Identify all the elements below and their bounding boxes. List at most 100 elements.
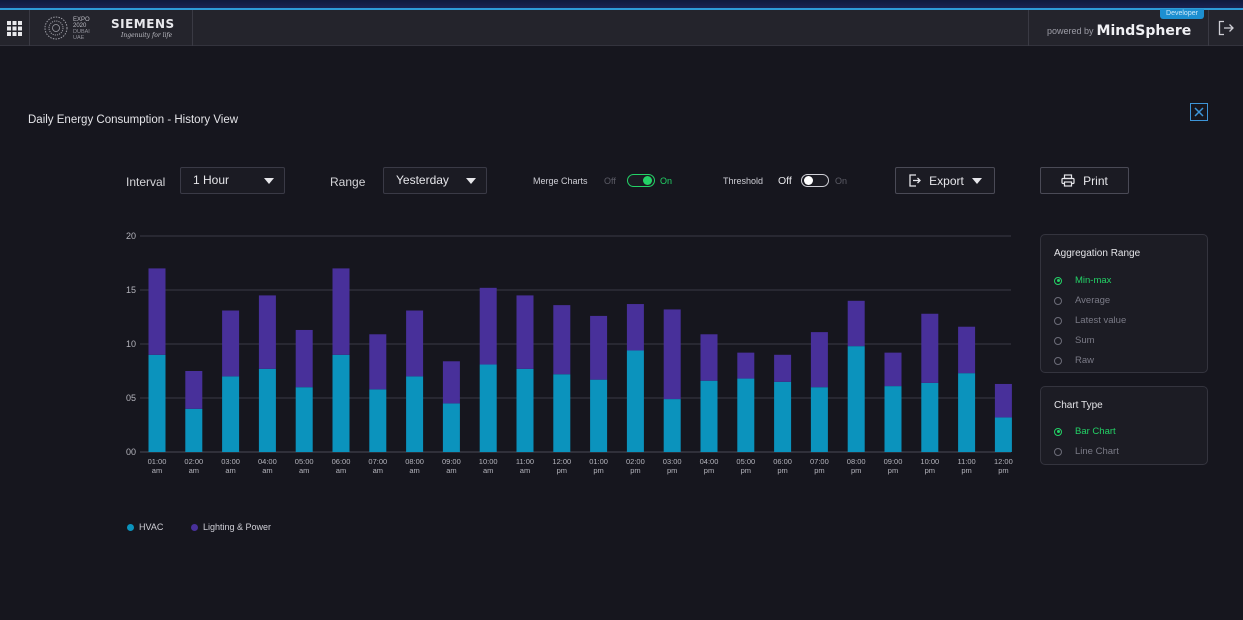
- x-tick-label-period: pm: [741, 466, 751, 475]
- radio-label: Latest value: [1075, 315, 1127, 326]
- bar-lighting: [810, 332, 828, 388]
- threshold-on-label: On: [835, 176, 848, 186]
- bar-lighting: [332, 268, 350, 355]
- radio-raw[interactable]: Raw: [1054, 355, 1094, 366]
- threshold-label: Threshold: [723, 176, 764, 186]
- threshold-toggle[interactable]: [801, 174, 829, 187]
- bar-hvac: [222, 376, 240, 452]
- bar-lighting: [700, 334, 718, 381]
- x-tick-label: 02:00: [184, 457, 203, 466]
- bar-hvac: [295, 387, 313, 452]
- legend-item-hvac[interactable]: HVAC: [127, 522, 163, 532]
- bar-lighting: [258, 295, 276, 369]
- bar-lighting: [590, 315, 608, 380]
- radio-average[interactable]: Average: [1054, 295, 1110, 306]
- x-tick-label-period: am: [520, 466, 530, 475]
- bar-lighting: [994, 383, 1012, 418]
- logout-button[interactable]: [1208, 10, 1243, 46]
- x-tick-label-period: am: [152, 466, 162, 475]
- radio-sum[interactable]: Sum: [1054, 335, 1095, 346]
- hvac-swatch: [127, 523, 134, 531]
- grid-icon: [7, 20, 22, 36]
- x-tick-label: 03:00: [663, 457, 682, 466]
- bar-lighting: [369, 334, 387, 390]
- chevron-down-icon: [971, 177, 982, 184]
- y-tick-label: 00: [126, 447, 136, 457]
- x-tick-label-period: pm: [667, 466, 677, 475]
- x-tick-label-period: pm: [998, 466, 1008, 475]
- y-tick-label: 20: [126, 231, 136, 241]
- y-tick-label: 05: [126, 393, 136, 403]
- x-tick-label-period: pm: [961, 466, 971, 475]
- threshold-off-label: Off: [778, 175, 792, 187]
- interval-select[interactable]: 1 Hour: [180, 167, 285, 194]
- app-launcher-button[interactable]: [0, 10, 30, 46]
- logout-icon: [1218, 20, 1234, 36]
- bar-hvac: [553, 374, 571, 452]
- export-icon: [909, 174, 922, 187]
- bar-hvac: [442, 403, 460, 452]
- header-divider: [192, 10, 193, 46]
- y-tick-label: 10: [126, 339, 136, 349]
- close-button[interactable]: [1190, 103, 1208, 121]
- x-tick-label: 01:00: [589, 457, 608, 466]
- chevron-down-icon: [264, 178, 274, 184]
- powered-by: powered by MindSphere: [1047, 22, 1191, 39]
- radio-circle: [1054, 276, 1062, 285]
- bar-lighting: [921, 313, 939, 383]
- bar-hvac: [332, 354, 350, 452]
- radio-circle: [1054, 336, 1062, 345]
- x-tick-label-period: pm: [704, 466, 714, 475]
- bar-hvac: [884, 386, 902, 452]
- radio-label: Average: [1075, 295, 1111, 306]
- aggregation-range-panel: Aggregation Range Min-max Average Latest…: [1040, 234, 1208, 373]
- interval-label: Interval: [126, 175, 166, 189]
- bar-lighting: [479, 287, 497, 365]
- legend-label-lighting: Lighting & Power: [203, 522, 272, 532]
- bar-lighting: [148, 268, 166, 355]
- legend-item-lighting[interactable]: Lighting & Power: [191, 522, 271, 532]
- radio-label: Raw: [1075, 355, 1095, 366]
- x-tick-label: 11:00: [516, 457, 534, 466]
- export-label: Export: [929, 173, 964, 188]
- radio-label: Min-max: [1075, 275, 1112, 286]
- x-tick-label: 08:00: [847, 457, 866, 466]
- export-button[interactable]: Export: [895, 167, 995, 194]
- bar-hvac: [994, 417, 1012, 452]
- bar-lighting: [553, 305, 571, 375]
- radio-circle: [1054, 316, 1062, 325]
- x-tick-label-period: pm: [593, 466, 603, 475]
- radio-latest-value[interactable]: Latest value: [1054, 315, 1126, 326]
- range-select[interactable]: Yesterday: [383, 167, 487, 194]
- bar-hvac: [921, 382, 939, 452]
- radio-line-chart[interactable]: Line Chart: [1054, 446, 1119, 457]
- bar-hvac: [258, 368, 276, 452]
- bar-hvac: [737, 378, 755, 452]
- top-accent-bar: [0, 0, 1243, 10]
- chart-type-panel: Chart Type Bar Chart Line Chart: [1040, 386, 1208, 465]
- bar-lighting: [847, 300, 865, 347]
- bar-hvac: [479, 364, 497, 452]
- x-tick-label: 07:00: [368, 457, 387, 466]
- aggregation-title: Aggregation Range: [1054, 248, 1141, 259]
- x-tick-label: 05:00: [736, 457, 755, 466]
- radio-bar-chart[interactable]: Bar Chart: [1054, 426, 1116, 437]
- radio-label: Bar Chart: [1075, 426, 1116, 437]
- x-tick-label-period: pm: [925, 466, 935, 475]
- print-button[interactable]: Print: [1040, 167, 1129, 194]
- bar-lighting: [884, 352, 902, 387]
- x-tick-label-period: pm: [851, 466, 861, 475]
- merge-off-label: Off: [604, 176, 616, 186]
- x-tick-label-period: am: [189, 466, 199, 475]
- header-divider-right: [1028, 10, 1029, 46]
- x-tick-label-period: am: [373, 466, 383, 475]
- merge-charts-toggle[interactable]: [627, 174, 655, 187]
- x-tick-label-period: am: [336, 466, 346, 475]
- x-tick-label-period: am: [446, 466, 456, 475]
- x-tick-label: 12:00: [994, 457, 1013, 466]
- bar-hvac: [958, 373, 976, 452]
- radio-min-max[interactable]: Min-max: [1054, 275, 1111, 286]
- bar-lighting: [516, 295, 534, 369]
- legend-label-hvac: HVAC: [139, 522, 164, 532]
- bar-lighting: [737, 352, 755, 379]
